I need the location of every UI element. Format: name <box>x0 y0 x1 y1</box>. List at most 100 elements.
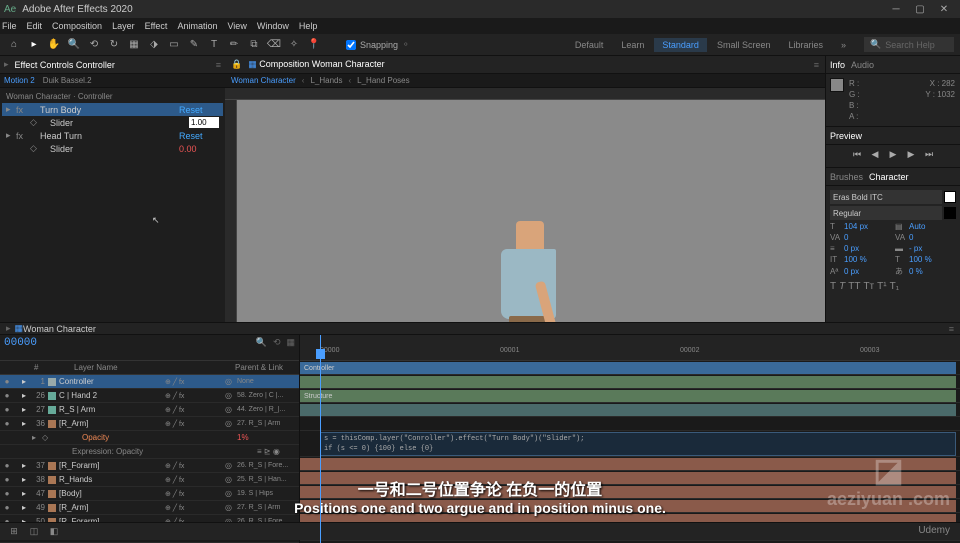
layer-row[interactable]: Expression: Opacity≡ ⊵ ◉ <box>0 445 299 459</box>
fill-swatch[interactable] <box>944 191 956 203</box>
pan-behind-tool-icon[interactable]: ⬗ <box>146 37 162 53</box>
tab-character[interactable]: Character <box>869 172 909 182</box>
crumb-duik[interactable]: Duik Bassel.2 <box>43 76 92 85</box>
tab-info[interactable]: Info <box>830 60 845 70</box>
timeline-menu-icon[interactable]: ≡ <box>949 324 954 334</box>
layer-bar[interactable] <box>300 500 956 512</box>
effect-slider-2[interactable]: ◇ Slider 0.00 <box>2 142 223 155</box>
layer-row[interactable]: ●▸26C | Hand 2⊕ ╱ fx◎58. Zero | C |... <box>0 389 299 403</box>
rotate-tool-icon[interactable]: ↻ <box>106 37 122 53</box>
brush-tool-icon[interactable]: ✏ <box>226 37 242 53</box>
hand-tool-icon[interactable]: ✋ <box>46 37 62 53</box>
layer-bar[interactable] <box>300 376 956 388</box>
zoom-tool-icon[interactable]: 🔍 <box>66 37 82 53</box>
stamp-tool-icon[interactable]: ⧉ <box>246 37 262 53</box>
subscript-button[interactable]: T₁ <box>890 281 899 292</box>
layer-bar[interactable] <box>300 404 956 416</box>
last-frame-icon[interactable]: ⏭ <box>922 149 936 163</box>
text-tool-icon[interactable]: T <box>206 37 222 53</box>
eraser-tool-icon[interactable]: ⌫ <box>266 37 282 53</box>
playhead[interactable] <box>320 335 321 543</box>
toggle-in-out-icon[interactable]: ◧ <box>46 524 62 540</box>
workspace-standard[interactable]: Standard <box>654 38 707 52</box>
tracking-value[interactable]: 0 <box>909 233 913 242</box>
roto-tool-icon[interactable]: ✧ <box>286 37 302 53</box>
tab-timeline[interactable]: Woman Character <box>23 324 96 334</box>
layer-row[interactable]: ●▸49[R_Arm]⊕ ╱ fx◎27. R_S | Arm <box>0 501 299 515</box>
tl-switches-icon[interactable]: ▦ <box>286 337 295 348</box>
menu-help[interactable]: Help <box>299 21 318 31</box>
layer-bar[interactable] <box>300 458 956 470</box>
minimize-button[interactable]: ─ <box>884 4 908 15</box>
panel-menu-icon[interactable]: ▸ <box>4 59 9 70</box>
crumb-lhands[interactable]: L_Hands <box>310 76 342 85</box>
snap-options-icon[interactable]: ⚬ <box>402 39 410 50</box>
workspace-smallscreen[interactable]: Small Screen <box>709 38 779 52</box>
leading-value[interactable]: Auto <box>909 222 925 231</box>
play-icon[interactable]: ▶ <box>886 149 900 163</box>
track-row[interactable] <box>300 403 960 417</box>
tab-composition[interactable]: ▦ Composition Woman Character <box>248 59 384 70</box>
tab-effect-controls[interactable]: Effect Controls Controller <box>15 60 115 70</box>
timeline-lock-icon[interactable]: ▸ <box>6 323 11 334</box>
lock-icon[interactable]: 🔒 <box>231 59 242 70</box>
timeline-ruler[interactable]: 00000 00001 00002 00003 <box>300 335 960 361</box>
first-frame-icon[interactable]: ⏮ <box>850 149 864 163</box>
track-row[interactable]: Structure <box>300 389 960 403</box>
workspace-more-icon[interactable]: » <box>833 38 854 52</box>
track-row[interactable] <box>300 417 960 431</box>
toggle-modes-icon[interactable]: ◫ <box>26 524 42 540</box>
next-frame-icon[interactable]: ▶ <box>904 149 918 163</box>
bold-button[interactable]: T <box>830 281 836 292</box>
layer-bar[interactable] <box>300 472 956 484</box>
font-style-dropdown[interactable]: Regular <box>830 206 942 220</box>
layer-row[interactable]: ●▸38R_Hands⊕ ╱ fx◎25. R_S | Han... <box>0 473 299 487</box>
superscript-button[interactable]: T¹ <box>877 281 886 292</box>
prev-frame-icon[interactable]: ◀ <box>868 149 882 163</box>
layer-row[interactable]: ●▸36[R_Arm]⊕ ╱ fx◎27. R_S | Arm <box>0 417 299 431</box>
track-row[interactable] <box>300 457 960 471</box>
close-button[interactable]: ✕ <box>932 4 956 15</box>
tl-search-icon[interactable]: 🔍 <box>256 337 267 348</box>
tab-audio[interactable]: Audio <box>851 60 874 70</box>
track-row[interactable]: s = thisComp.layer("Conroller").effect("… <box>300 431 960 457</box>
search-help-input[interactable]: 🔍 Search Help <box>864 37 954 52</box>
menu-composition[interactable]: Composition <box>52 21 102 31</box>
viewer-menu-icon[interactable]: ≡ <box>814 60 819 70</box>
effect-head-turn[interactable]: ▸fx Head Turn Reset <box>2 129 223 142</box>
menu-window[interactable]: Window <box>257 21 289 31</box>
home-icon[interactable]: ⌂ <box>6 37 22 53</box>
crumb-comp[interactable]: Woman Character <box>231 76 296 85</box>
slider-1-input[interactable] <box>189 117 219 128</box>
track-row[interactable] <box>300 499 960 513</box>
panel-close-icon[interactable]: ≡ <box>216 60 221 70</box>
maximize-button[interactable]: ▢ <box>908 4 932 15</box>
timecode[interactable]: 00000 <box>4 337 37 349</box>
font-family-dropdown[interactable]: Eras Bold ITC <box>830 190 942 204</box>
pen-tool-icon[interactable]: ✎ <box>186 37 202 53</box>
track-row[interactable]: Controller <box>300 361 960 375</box>
caps-button[interactable]: TT <box>848 281 860 292</box>
menu-animation[interactable]: Animation <box>177 21 217 31</box>
layer-row[interactable]: ▸◇Opacity1% <box>0 431 299 445</box>
layer-bar[interactable]: Structure <box>300 390 956 402</box>
shape-tool-icon[interactable]: ▭ <box>166 37 182 53</box>
vscale-value[interactable]: 100 % <box>844 255 867 264</box>
track-row[interactable] <box>300 375 960 389</box>
tl-shy-icon[interactable]: ⟲ <box>273 337 281 348</box>
workspace-default[interactable]: Default <box>567 38 612 52</box>
camera-tool-icon[interactable]: ▦ <box>126 37 142 53</box>
layer-row[interactable]: ●▸1Controller⊕ ╱ fx◎None <box>0 375 299 389</box>
workspace-libraries[interactable]: Libraries <box>780 38 831 52</box>
tab-preview[interactable]: Preview <box>830 131 862 141</box>
menu-view[interactable]: View <box>227 21 246 31</box>
track-row[interactable] <box>300 485 960 499</box>
layer-row[interactable]: ●▸27R_S | Arm⊕ ╱ fx◎44. Zero | R_|... <box>0 403 299 417</box>
expression-editor[interactable]: s = thisComp.layer("Conroller").effect("… <box>320 432 956 456</box>
stroke-swatch[interactable] <box>944 207 956 219</box>
layer-row[interactable]: ●▸47[Body]⊕ ╱ fx◎19. S | Hips <box>0 487 299 501</box>
puppet-tool-icon[interactable]: 📍 <box>306 37 322 53</box>
hscale-value[interactable]: 100 % <box>909 255 932 264</box>
italic-button[interactable]: T <box>839 281 845 292</box>
layer-bar[interactable]: Controller <box>300 362 956 374</box>
